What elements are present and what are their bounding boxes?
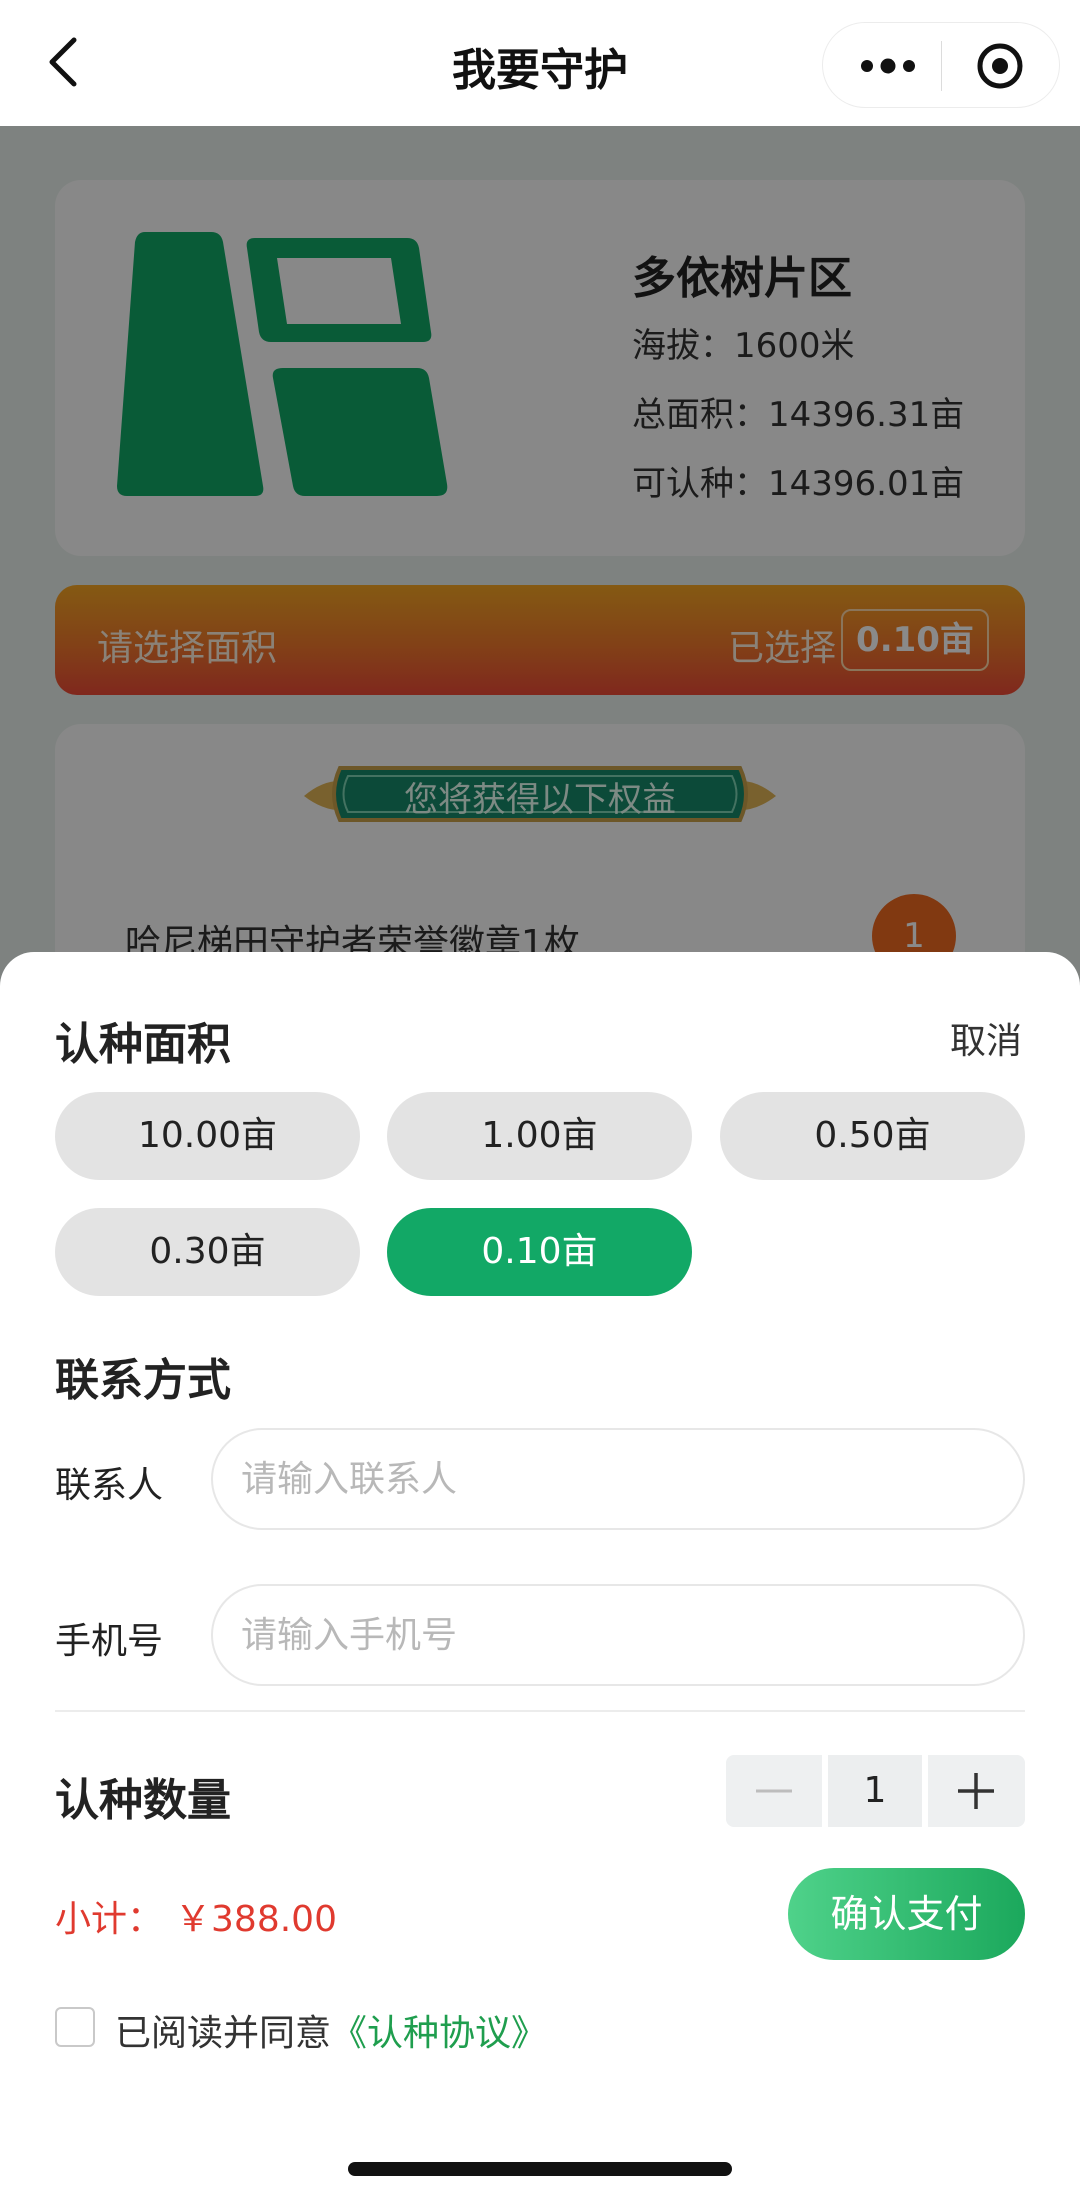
navigation-bar: 我要守护	[0, 0, 1080, 126]
increase-button[interactable]	[928, 1755, 1025, 1827]
adopt-bottom-sheet: 认种面积 取消 10.00亩 1.00亩 0.50亩 0.30亩 0.10亩 联…	[0, 952, 1080, 2198]
area-option-0-10-selected[interactable]: 0.10亩	[387, 1208, 692, 1296]
decrease-button[interactable]	[726, 1755, 822, 1827]
agreement-checkbox[interactable]	[55, 2007, 95, 2047]
cancel-button[interactable]: 取消	[950, 1012, 1022, 1064]
contact-section-title: 联系方式	[55, 1355, 231, 1406]
more-dots-icon[interactable]	[853, 43, 923, 89]
phone-input[interactable]	[211, 1584, 1025, 1686]
area-option-10[interactable]: 10.00亩	[55, 1092, 360, 1180]
close-target-icon[interactable]	[975, 41, 1025, 91]
contact-name-input[interactable]	[211, 1428, 1025, 1530]
agreement-link[interactable]: 《认种协议》	[331, 2013, 547, 2054]
area-section-title: 认种面积	[55, 1019, 231, 1070]
area-option-0-50[interactable]: 0.50亩	[720, 1092, 1025, 1180]
area-option-1[interactable]: 1.00亩	[387, 1092, 692, 1180]
area-option-0-30[interactable]: 0.30亩	[55, 1208, 360, 1296]
home-indicator	[348, 2162, 732, 2176]
capsule-divider	[941, 41, 942, 91]
confirm-pay-button[interactable]: 确认支付	[788, 1868, 1025, 1960]
mini-program-capsule	[822, 22, 1060, 108]
